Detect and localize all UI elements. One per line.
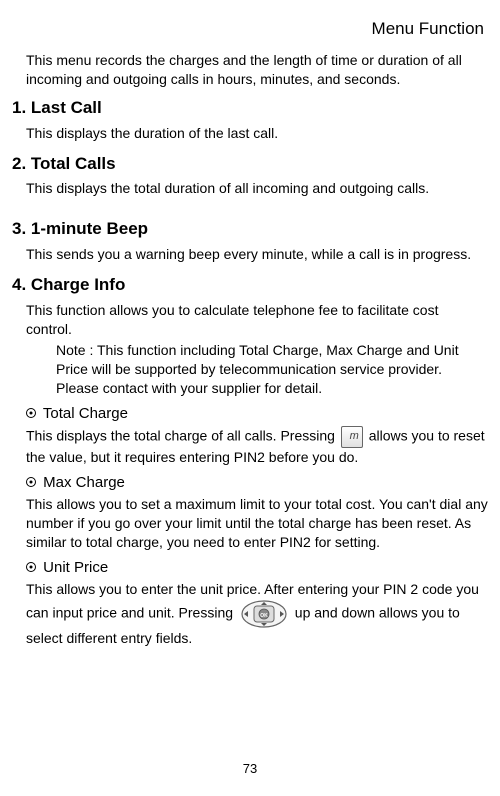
intro-text: This menu records the charges and the le… xyxy=(12,51,488,89)
page-number: 73 xyxy=(0,760,500,778)
section-1-body: This displays the duration of the last c… xyxy=(12,124,488,143)
sub-total-charge-heading: Total Charge xyxy=(12,404,488,424)
sub-max-charge-heading: Max Charge xyxy=(12,473,488,493)
svg-text:OK: OK xyxy=(260,613,268,619)
page-header-title: Menu Function xyxy=(12,18,488,41)
bullet-icon xyxy=(26,408,36,418)
section-1-heading: 1. Last Call xyxy=(12,97,488,120)
sub-total-charge-label: Total Charge xyxy=(43,405,128,422)
section-3-heading: 3. 1-minute Beep xyxy=(12,218,488,241)
sub-unit-price-body: This allows you to enter the unit price.… xyxy=(12,580,488,648)
navigation-key-icon: OK xyxy=(240,599,288,629)
section-2-body: This displays the total duration of all … xyxy=(12,179,488,198)
bullet-icon xyxy=(26,477,36,487)
sub-unit-price-label: Unit Price xyxy=(43,559,108,576)
sub-unit-price-heading: Unit Price xyxy=(12,558,488,578)
sub-max-charge-label: Max Charge xyxy=(43,474,125,491)
bullet-icon xyxy=(26,562,36,572)
sub-max-charge-body: This allows you to set a maximum limit t… xyxy=(12,495,488,552)
sub-total-charge-body: This displays the total charge of all ca… xyxy=(12,426,488,467)
section-4-body: This function allows you to calculate te… xyxy=(12,301,488,339)
section-4-note: Note : This function including Total Cha… xyxy=(12,341,488,398)
section-3-body: This sends you a warning beep every minu… xyxy=(12,245,488,264)
section-2-heading: 2. Total Calls xyxy=(12,153,488,176)
sub-total-charge-text-1: This displays the total charge of all ca… xyxy=(26,428,339,444)
menu-key-icon xyxy=(341,426,363,448)
section-4-heading: 4. Charge Info xyxy=(12,274,488,297)
